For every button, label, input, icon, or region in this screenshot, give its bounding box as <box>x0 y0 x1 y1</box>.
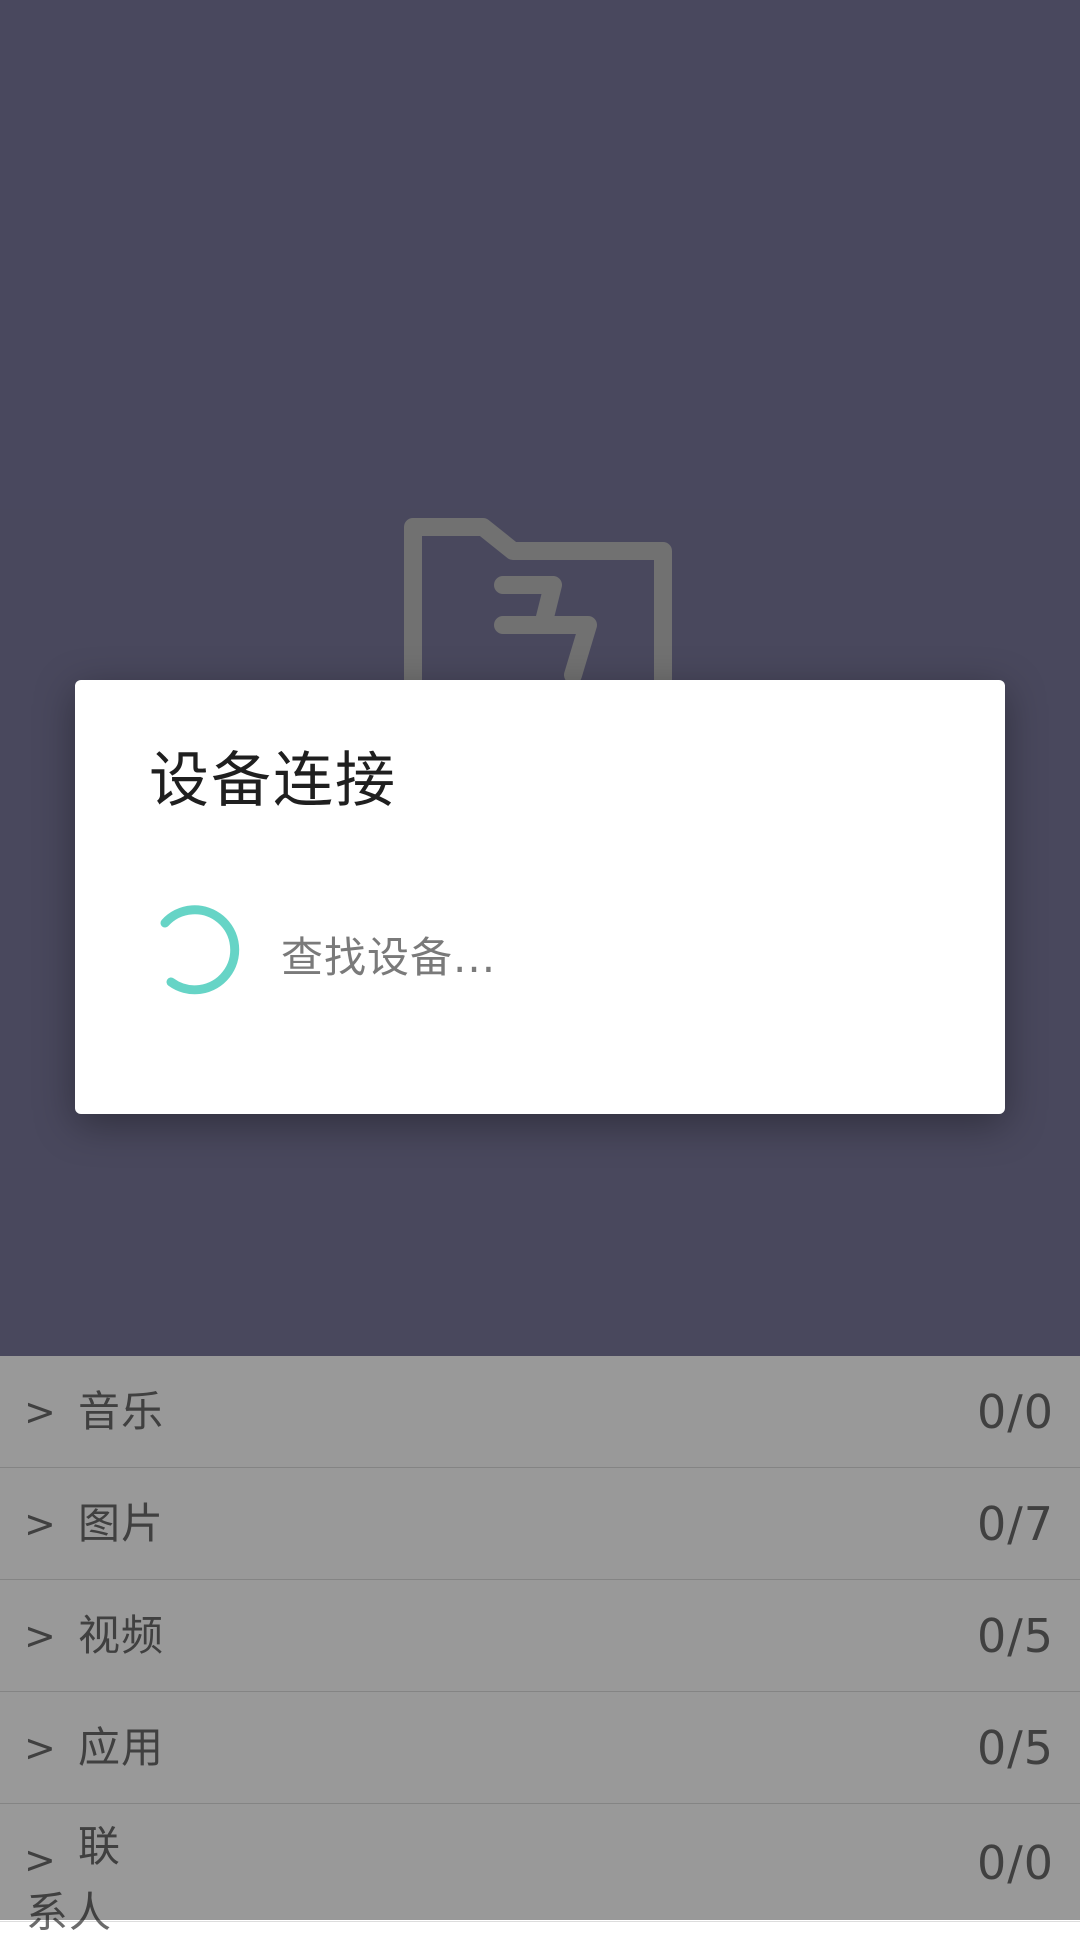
dialog-title: 设备连接 <box>149 746 397 816</box>
device-connection-dialog: 设备连接 查找设备... <box>75 680 1005 1114</box>
loading-spinner-icon <box>160 905 240 995</box>
dialog-message: 查找设备... <box>281 933 497 982</box>
